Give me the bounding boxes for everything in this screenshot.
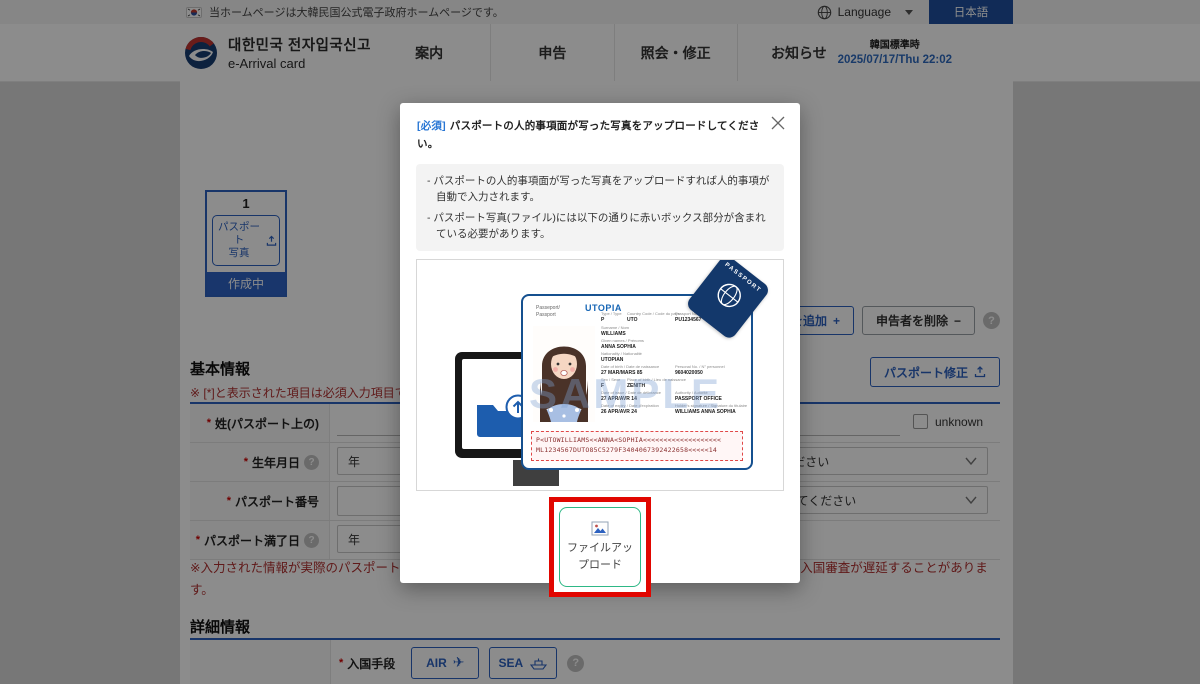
instruction-bullet: - パスポートの人的事項面が写った写真をアップロードすれば人的事項が自動で入力さ… — [427, 173, 773, 206]
passport-field: Given names / PrénomsANNA SOPHIA — [601, 339, 644, 350]
page: 当ホームページは大韓民国公式電子政府ホームページです。 Language 日本語… — [0, 0, 1200, 684]
upload-section: ファイルアップロード — [400, 497, 800, 597]
passport-field: Date of issue / Date de délivrance27 APR… — [601, 391, 661, 402]
modal-instructions: - パスポートの人的事項面が写った写真をアップロードすれば人的事項が自動で入力さ… — [416, 164, 784, 251]
sample-image-box: Passeport/Passport UTOPIA — [416, 259, 784, 491]
highlight-red-frame: ファイルアップロード — [549, 497, 651, 597]
passport-field: Authority / AutoritéPASSPORT OFFICE — [675, 391, 722, 402]
passport-field: Place of birth / Lieu de naissanceZENITH — [627, 378, 686, 389]
passport-field: Country Code / Code du paysUTO — [627, 312, 680, 323]
passport-field: Nationality / NationalitéUTOPIAN — [601, 352, 642, 363]
passport-field: Surname / NomWILLIAMS — [601, 326, 629, 337]
required-tag: [必須] — [417, 120, 446, 132]
instruction-bullet: - パスポート写真(ファイル)には以下の通りに赤いボックス部分が含まれている必要… — [427, 210, 773, 243]
passport-field: Date of expiry / Date d'expiration26 APR… — [601, 404, 659, 415]
mrz-zone: P<UTOWILLIAMS<<ANNA<SOPHIA<<<<<<<<<<<<<<… — [531, 431, 743, 461]
passport-field: Sex / SexeF — [601, 378, 620, 389]
passport-field: Personal No. / N° personnel9604020050 — [675, 365, 725, 376]
close-icon[interactable] — [769, 114, 787, 132]
passport-field: Date of birth / Date de naissance27 MAR/… — [601, 365, 659, 376]
modal-header: [必須]パスポートの人的事項面が写った写真をアップロードしてください。 — [400, 103, 800, 158]
mrz-line-2: ML1234567DUTO85C5279F3404067392422658<<<… — [536, 445, 738, 455]
broken-image-icon — [591, 521, 609, 536]
file-upload-button[interactable]: ファイルアップロード — [559, 507, 641, 587]
passport-field: Type / TypeP — [601, 312, 622, 323]
file-upload-label: ファイルアップロード — [566, 540, 634, 573]
modal-title: [必須]パスポートの人的事項面が写った写真をアップロードしてください。 — [417, 120, 759, 150]
passport-upload-modal: [必須]パスポートの人的事項面が写った写真をアップロードしてください。 - パス… — [400, 103, 800, 583]
passport-doc-label: Passeport/Passport — [536, 305, 560, 318]
passport-photo-illustration — [533, 326, 595, 422]
mrz-line-1: P<UTOWILLIAMS<<ANNA<SOPHIA<<<<<<<<<<<<<<… — [536, 435, 738, 445]
passport-field: Holder's signature / Signature du titula… — [675, 404, 747, 415]
